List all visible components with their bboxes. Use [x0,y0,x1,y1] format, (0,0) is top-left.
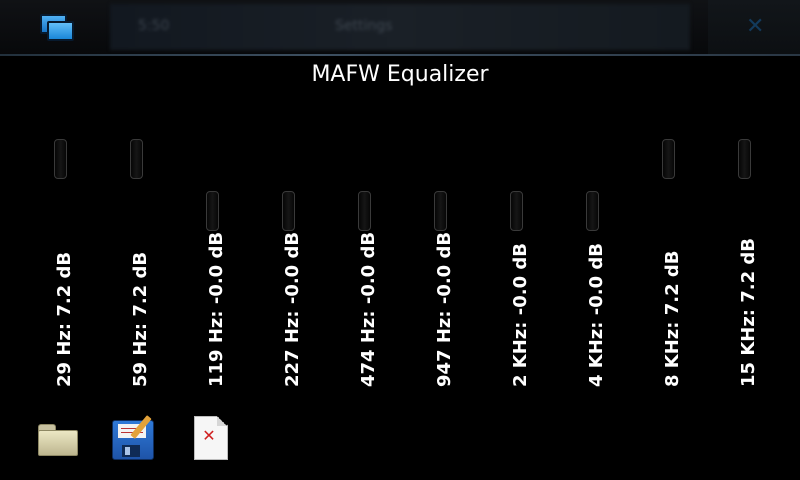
eq-slider[interactable] [194,130,230,231]
eq-band-label: 474 Hz: -0.0 dB [358,231,379,387]
eq-slider-thumb[interactable] [54,139,67,179]
eq-slider[interactable] [346,130,382,231]
eq-band-label: 15 KHz: 7.2 dB [738,237,759,387]
eq-band-label: 29 Hz: 7.2 dB [54,251,75,387]
eq-slider-thumb[interactable] [586,191,599,231]
eq-band: 29 Hz: 7.2 dB [42,130,78,400]
eq-band: 59 Hz: 7.2 dB [118,130,154,400]
eq-band-label: 119 Hz: -0.0 dB [206,231,227,387]
eq-slider[interactable] [118,130,154,220]
close-button[interactable]: ✕ [708,0,800,54]
eq-slider[interactable] [270,130,306,231]
eq-band-label: 947 Hz: -0.0 dB [434,231,455,387]
eq-slider[interactable] [42,130,78,220]
eq-band-label: 59 Hz: 7.2 dB [130,251,151,387]
task-switcher-button[interactable] [28,8,82,48]
page-title: MAFW Equalizer [311,62,489,87]
eq-band: 474 Hz: -0.0 dB [346,130,382,400]
eq-slider-thumb[interactable] [130,139,143,179]
eq-slider-thumb[interactable] [434,191,447,231]
window-icon [47,21,74,41]
eq-band: 119 Hz: -0.0 dB [194,130,230,400]
status-menu-label: Settings [335,18,393,34]
eq-slider[interactable] [422,130,458,231]
eq-slider[interactable] [726,130,762,220]
eq-slider-thumb[interactable] [358,191,371,231]
eq-band: 15 KHz: 7.2 dB [726,130,762,400]
eq-band-label: 8 KHz: 7.2 dB [662,250,683,387]
eq-band: 947 Hz: -0.0 dB [422,130,458,400]
eq-slider[interactable] [650,130,686,220]
close-icon: ✕ [746,14,765,39]
eq-slider-thumb[interactable] [662,139,675,179]
eq-slider[interactable] [498,130,534,231]
status-bar: 5:50 Settings ✕ [0,0,800,56]
status-clock: 5:50 [138,18,170,34]
eq-band: 8 KHz: 7.2 dB [650,130,686,400]
open-preset-button[interactable] [32,412,80,462]
status-area[interactable]: 5:50 Settings [110,4,690,50]
eq-band: 227 Hz: -0.0 dB [270,130,306,400]
eq-slider-thumb[interactable] [282,191,295,231]
eq-slider[interactable] [574,130,610,231]
eq-band-label: 4 KHz: -0.0 dB [586,243,607,387]
eq-slider-thumb[interactable] [510,191,523,231]
eq-slider-thumb[interactable] [738,139,751,179]
eq-slider-thumb[interactable] [206,191,219,231]
eq-band-label: 2 KHz: -0.0 dB [510,243,531,387]
eq-band: 4 KHz: -0.0 dB [574,130,610,400]
eq-band-label: 227 Hz: -0.0 dB [282,231,303,387]
eq-band: 2 KHz: -0.0 dB [498,130,534,400]
delete-preset-button[interactable]: ✕ [186,412,234,462]
save-preset-button[interactable] [108,412,156,462]
